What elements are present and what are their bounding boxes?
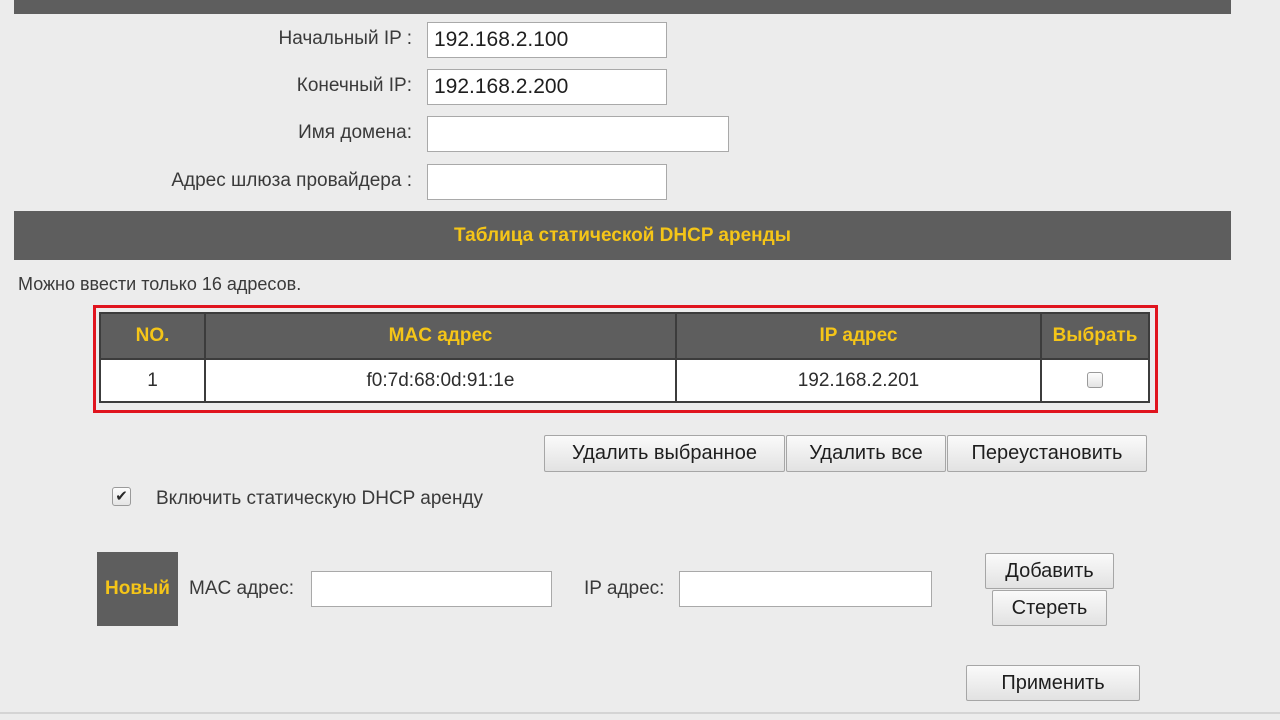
- domain-name-label: Имя домена:: [298, 122, 412, 143]
- static-lease-section-header: Таблица статической DHCP аренды: [14, 211, 1231, 260]
- enable-static-lease-label: Включить статическую DHCP аренду: [156, 488, 484, 509]
- address-limit-note: Можно ввести только 16 адресов.: [18, 274, 302, 294]
- checkmark-icon: ✔: [115, 487, 128, 505]
- end-ip-input[interactable]: [427, 69, 667, 105]
- new-mac-input[interactable]: [311, 571, 552, 607]
- add-button[interactable]: Добавить: [985, 553, 1114, 589]
- clear-button[interactable]: Стереть: [992, 590, 1107, 626]
- top-section-bar: [14, 0, 1231, 14]
- delete-selected-button[interactable]: Удалить выбранное: [544, 435, 785, 472]
- new-ip-input[interactable]: [679, 571, 932, 607]
- isp-gateway-input[interactable]: [427, 164, 667, 200]
- new-ip-label: IP адрес:: [584, 578, 665, 599]
- start-ip-input[interactable]: [427, 22, 667, 58]
- isp-gateway-label: Адрес шлюза провайдера :: [171, 170, 412, 191]
- red-highlight-frame: [93, 305, 1158, 413]
- new-entry-badge: Новый: [97, 552, 178, 626]
- reset-button[interactable]: Переустановить: [947, 435, 1147, 472]
- bottom-divider: [0, 712, 1280, 714]
- delete-all-button[interactable]: Удалить все: [786, 435, 946, 472]
- new-mac-label: MAC адрес:: [189, 578, 295, 599]
- end-ip-label: Конечный IP:: [296, 75, 412, 96]
- enable-static-lease-checkbox[interactable]: ✔: [112, 487, 131, 506]
- start-ip-label: Начальный IP :: [278, 28, 412, 49]
- domain-name-input[interactable]: [427, 116, 729, 152]
- apply-button[interactable]: Применить: [966, 665, 1140, 701]
